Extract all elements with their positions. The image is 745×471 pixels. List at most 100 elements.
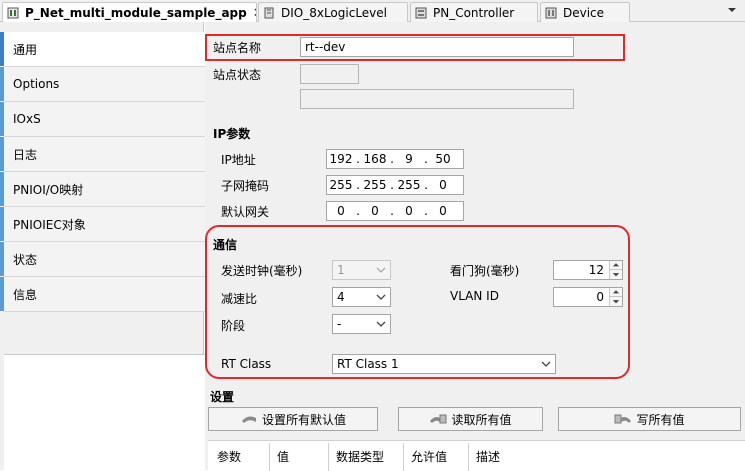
tab-list-dropdown-icon[interactable] — [727, 5, 737, 15]
chevron-down-icon — [376, 294, 386, 300]
editor-tab-bar: P_Net_multi_module_sample_app ✕ DIO_8xLo… — [0, 0, 745, 23]
spin-down-icon[interactable] — [609, 270, 622, 279]
phase-select[interactable]: - — [332, 314, 391, 334]
column-divider[interactable] — [468, 443, 469, 471]
rt-class-value: RT Class 1 — [337, 357, 399, 371]
ip-octet[interactable]: 0 — [429, 178, 457, 192]
controller-icon — [415, 7, 427, 18]
spin-down-icon[interactable] — [609, 297, 622, 306]
parameter-table-header: 参数 值 数据类型 允许值 描述 — [208, 440, 745, 471]
ip-octet[interactable]: 255 — [361, 178, 389, 192]
column-header-allowed-values[interactable]: 允许值 — [411, 448, 447, 465]
set-all-defaults-button[interactable]: 设置所有默认值 — [208, 407, 378, 431]
station-name-field[interactable]: rt--dev — [300, 37, 574, 57]
sidebar-item-pnio-iec-objects[interactable]: PNIOIEC对象 — [0, 207, 205, 242]
sidebar-item-options[interactable]: Options — [0, 67, 205, 102]
station-status-label: 站点状态 — [213, 68, 262, 82]
column-divider[interactable] — [328, 443, 329, 471]
sidebar-empty-area — [4, 354, 205, 470]
tab-label: P_Net_multi_module_sample_app — [25, 6, 247, 20]
reduction-ratio-value: 4 — [337, 290, 345, 304]
vlan-id-spinner[interactable]: 0 — [553, 287, 623, 307]
default-gateway-field[interactable]: 0. 0. 0. 0 — [326, 201, 464, 221]
default-gateway-label: 默认网关 — [221, 205, 270, 219]
sidebar-item-label: 通用 — [13, 42, 38, 57]
column-header-parameter[interactable]: 参数 — [217, 448, 241, 465]
tab-label: Device — [563, 5, 605, 20]
watchdog-label: 看门狗(毫秒) — [450, 264, 520, 278]
watchdog-value: 12 — [588, 263, 604, 277]
chevron-down-icon — [376, 267, 386, 273]
sidebar-item-label: 状态 — [13, 252, 38, 267]
sidebar-item-label: 信息 — [13, 287, 38, 302]
sidebar-item-label: Options — [13, 77, 60, 91]
reset-icon — [241, 416, 256, 423]
read-icon — [430, 414, 447, 424]
station-name-label: 站点名称 — [213, 41, 262, 55]
reduction-ratio-select[interactable]: 4 — [332, 287, 391, 307]
station-status-text — [300, 89, 574, 109]
ip-octet[interactable]: 50 — [429, 152, 457, 166]
button-label: 设置所有默认值 — [261, 412, 346, 427]
vlan-id-label: VLAN ID — [450, 289, 499, 303]
rt-class-label: RT Class — [221, 357, 272, 371]
ip-octet[interactable]: 0 — [395, 204, 423, 218]
config-sidebar: 通用 Options IOxS 日志 PNIOI/O映射 PNIOIEC对象 状… — [0, 22, 205, 470]
subnet-mask-label: 子网掩码 — [221, 179, 270, 193]
column-header-data-type[interactable]: 数据类型 — [336, 448, 384, 465]
sidebar-item-status[interactable]: 状态 — [0, 242, 205, 277]
sidebar-item-general[interactable]: 通用 — [0, 32, 205, 67]
ip-octet[interactable]: 9 — [395, 152, 423, 166]
sidebar-item-info[interactable]: 信息 — [0, 277, 205, 312]
sidebar-item-ioxs[interactable]: IOxS — [0, 102, 205, 137]
spin-up-icon[interactable] — [609, 288, 622, 297]
spin-up-icon[interactable] — [609, 261, 622, 270]
tab-dio-8xlogiclevel[interactable]: DIO_8xLogicLevel — [258, 2, 408, 22]
ip-octet[interactable]: 255 — [395, 178, 423, 192]
ip-octet[interactable]: 0 — [327, 204, 355, 218]
sidebar-item-label: PNIOIEC对象 — [13, 217, 86, 232]
write-icon — [614, 414, 632, 424]
subnet-mask-field[interactable]: 255. 255. 255. 0 — [326, 175, 464, 195]
phase-value: - — [337, 317, 342, 331]
vlan-id-value: 0 — [596, 290, 604, 304]
read-all-button[interactable]: 读取所有值 — [398, 407, 543, 431]
ip-octet[interactable]: 255 — [327, 178, 355, 192]
reduction-ratio-label: 减速比 — [221, 292, 258, 306]
sidebar-item-log[interactable]: 日志 — [0, 137, 205, 172]
sidebar-item-label: IOxS — [13, 112, 41, 126]
ip-params-title: IP参数 — [213, 127, 251, 141]
chevron-down-icon — [541, 361, 551, 367]
column-divider[interactable] — [269, 443, 270, 471]
ip-address-field[interactable]: 192. 168. 9. 50 — [326, 149, 464, 169]
tab-device[interactable]: Device — [540, 2, 630, 22]
sidebar-item-label: 日志 — [13, 147, 38, 162]
general-settings-panel: 站点名称 rt--dev 站点状态 IP参数 IP地址 192. 168. 9.… — [205, 22, 745, 471]
column-divider[interactable] — [403, 443, 404, 471]
station-status-indicator — [300, 64, 359, 84]
tab-pn-controller[interactable]: PN_Controller — [410, 2, 538, 22]
tab-p-net-multi-module[interactable]: P_Net_multi_module_sample_app ✕ — [2, 2, 257, 23]
ip-octet[interactable]: 168 — [361, 152, 389, 166]
watchdog-spinner[interactable]: 12 — [553, 260, 623, 280]
pn-device-icon — [7, 7, 19, 19]
button-label: 写所有值 — [636, 412, 685, 427]
column-header-value[interactable]: 值 — [277, 448, 289, 465]
module-icon — [264, 7, 274, 18]
write-all-button[interactable]: 写所有值 — [558, 407, 741, 431]
close-icon[interactable]: ✕ — [253, 6, 256, 21]
ip-octet[interactable]: 0 — [429, 204, 457, 218]
ip-octet[interactable]: 192 — [327, 152, 355, 166]
sidebar-item-pnio-io-mapping[interactable]: PNIOI/O映射 — [0, 172, 205, 207]
button-label: 读取所有值 — [451, 412, 512, 427]
send-clock-value: 1 — [337, 263, 345, 277]
ip-octet[interactable]: 0 — [361, 204, 389, 218]
tab-label: PN_Controller — [433, 5, 515, 20]
ip-address-label: IP地址 — [221, 153, 256, 167]
column-header-description[interactable]: 描述 — [476, 448, 500, 465]
rt-class-select[interactable]: RT Class 1 — [332, 354, 556, 374]
communication-title: 通信 — [213, 238, 238, 252]
send-clock-label: 发送时钟(毫秒) — [221, 264, 303, 278]
phase-label: 阶段 — [221, 319, 246, 333]
device-icon — [545, 7, 557, 18]
